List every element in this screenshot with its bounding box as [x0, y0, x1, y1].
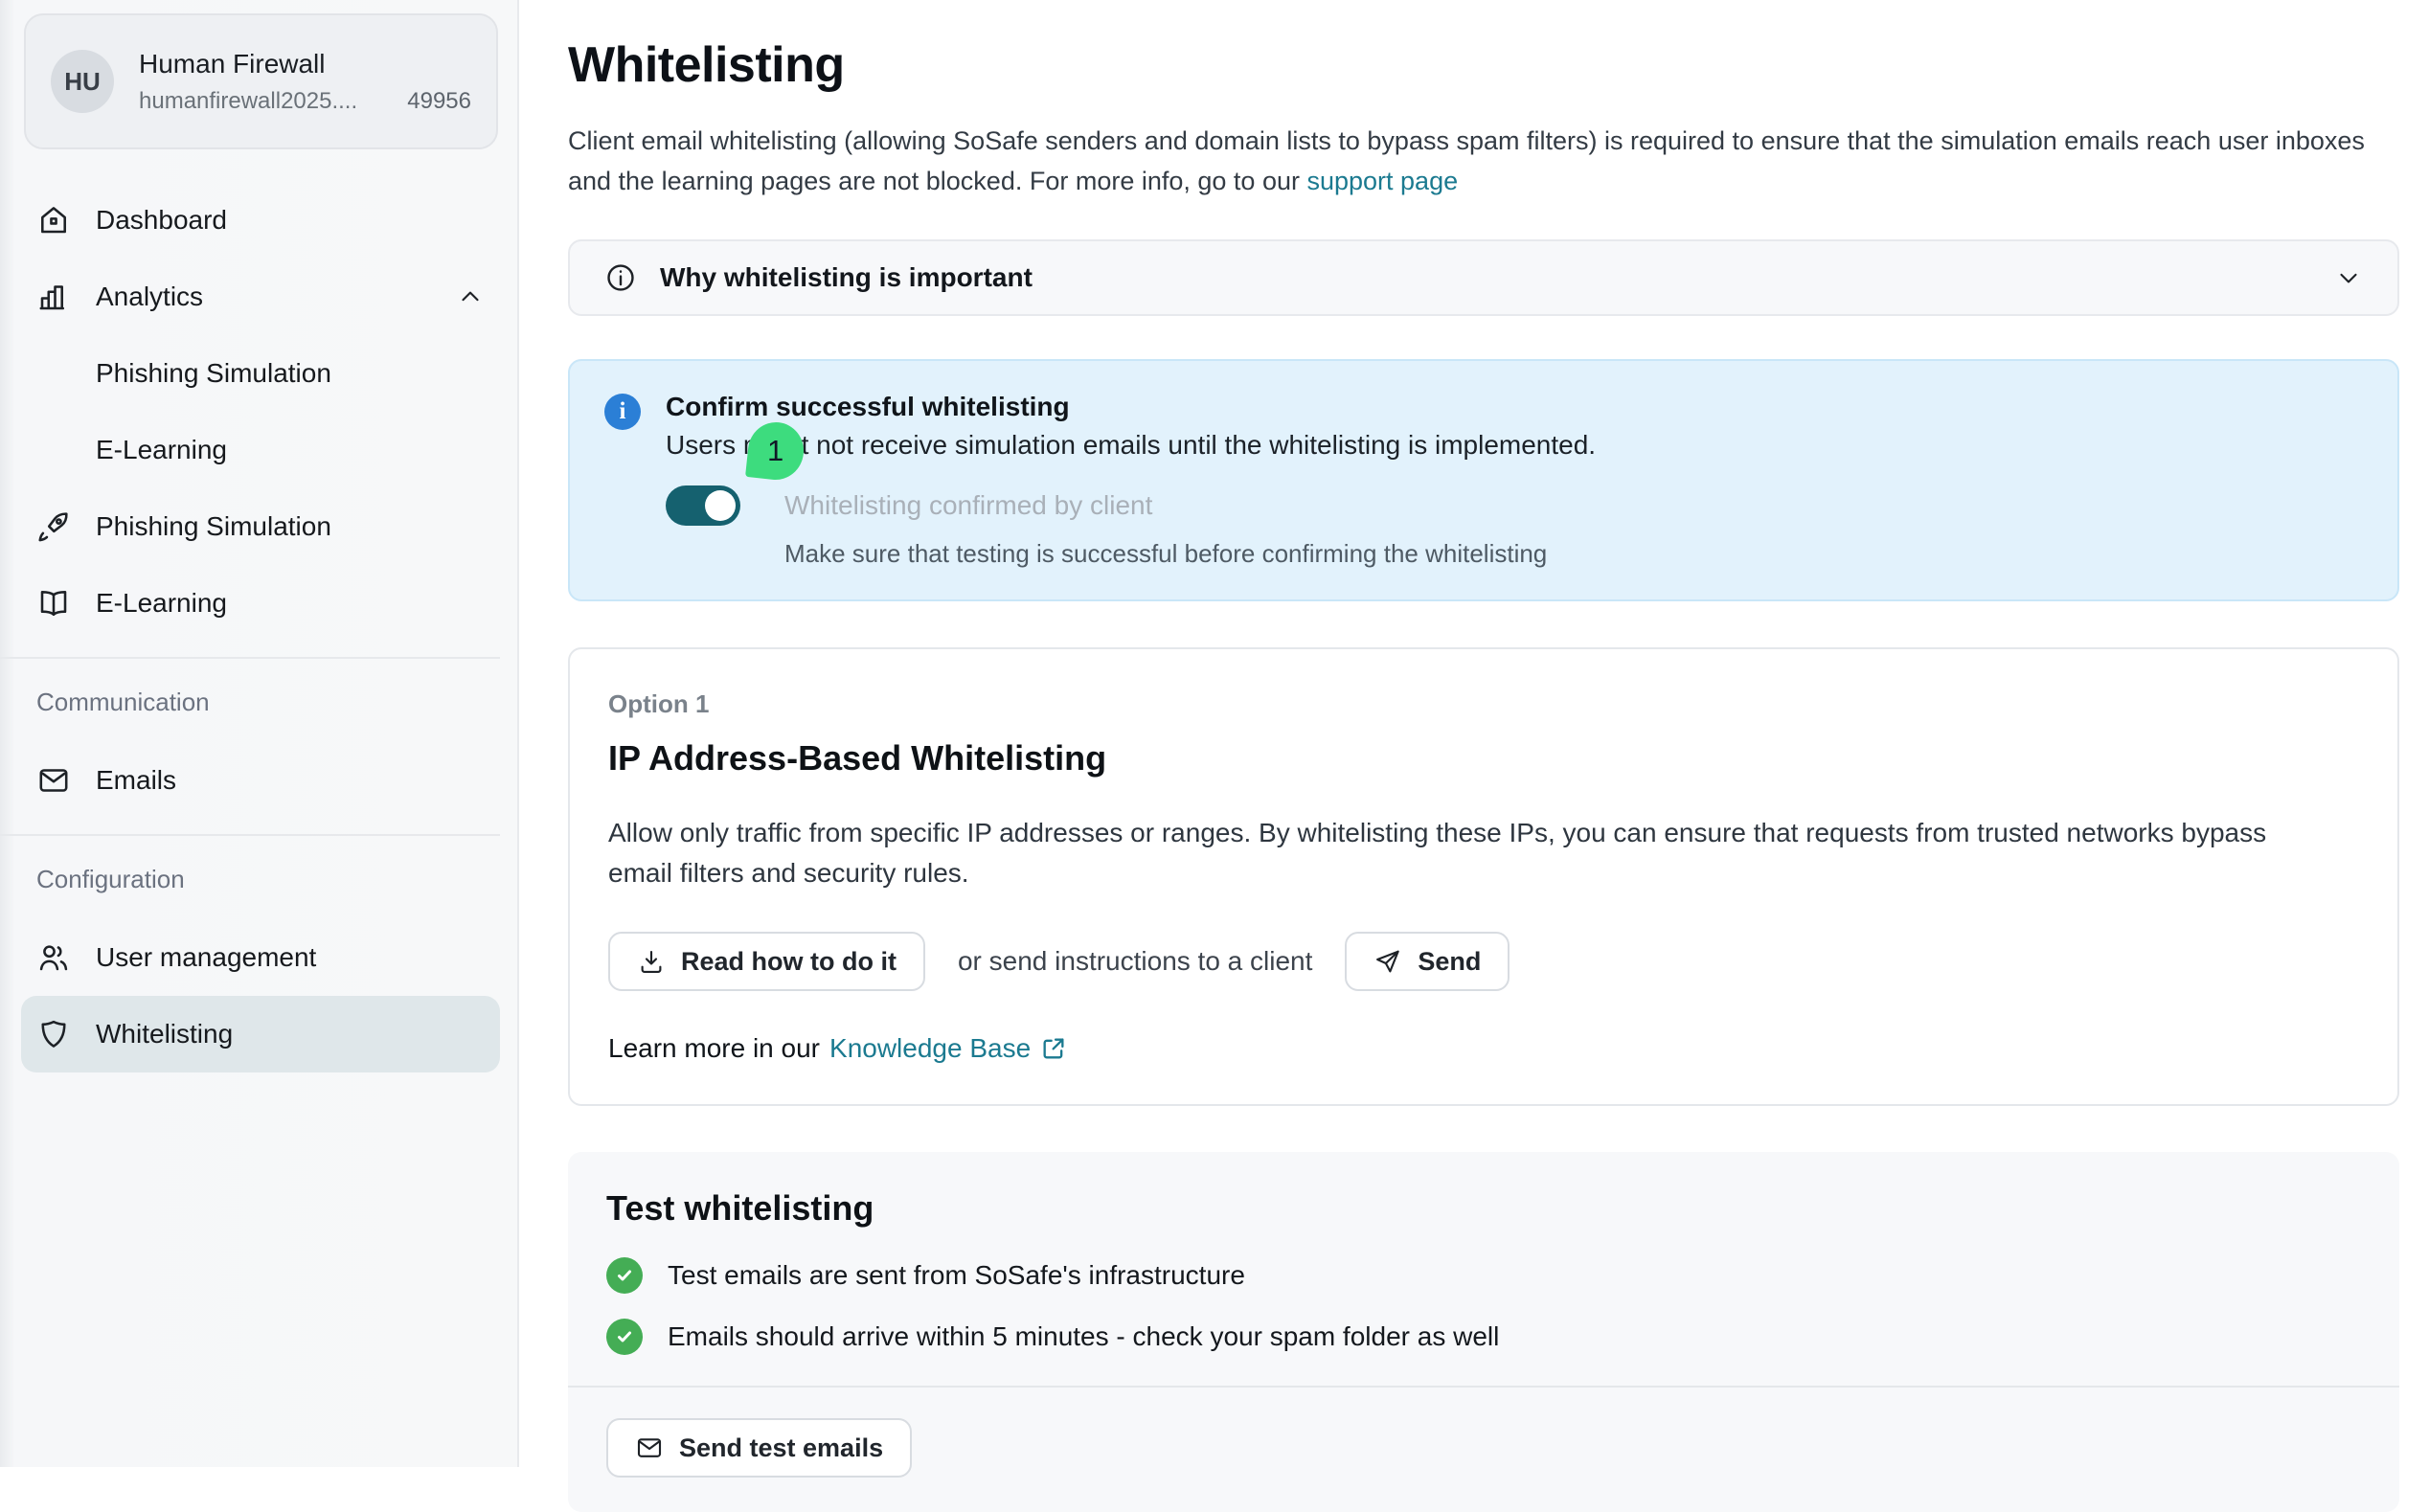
sidebar-item-dashboard[interactable]: Dashboard: [0, 182, 500, 259]
sidebar-section-configuration: Configuration: [0, 851, 500, 919]
account-org-id: 49956: [407, 88, 471, 115]
bar-chart-icon: [36, 280, 71, 314]
account-switcher[interactable]: HU Human Firewall humanfirewall2025.... …: [24, 13, 498, 149]
page-intro: Client email whitelisting (allowing SoSa…: [568, 121, 2399, 201]
external-link-icon: [1040, 1035, 1067, 1062]
sidebar-item-whitelisting[interactable]: Whitelisting: [21, 996, 500, 1072]
page-title: Whitelisting: [568, 36, 2399, 94]
knowledge-base-link[interactable]: Knowledge Base: [829, 1033, 1031, 1064]
rocket-icon: [36, 509, 71, 544]
or-send-instructions-text: or send instructions to a client: [958, 946, 1312, 977]
test-check-text: Test emails are sent from SoSafe's infra…: [668, 1260, 1245, 1291]
toggle-knob: [705, 490, 736, 521]
info-filled-icon: i: [604, 394, 641, 430]
sidebar-nav: Dashboard Analytics Phishing Simulation …: [0, 182, 517, 1072]
sidebar-item-label: E-Learning: [96, 435, 227, 465]
intro-text: Client email whitelisting (allowing SoSa…: [568, 126, 2365, 195]
option1-actions: Read how to do it or send instructions t…: [608, 932, 2359, 991]
option1-kicker: Option 1: [608, 689, 2359, 719]
test-card-divider: [568, 1386, 2399, 1388]
sidebar-item-phishing-simulation[interactable]: Phishing Simulation: [0, 488, 500, 565]
check-circle-icon: [606, 1257, 643, 1294]
sidebar-item-analytics-phishing-simulation[interactable]: Phishing Simulation: [0, 335, 500, 412]
chevron-down-icon: [2334, 263, 2363, 292]
toggle-label: Whitelisting confirmed by client: [784, 490, 1152, 521]
learn-more-prefix: Learn more in our: [608, 1033, 820, 1064]
book-icon: [36, 586, 71, 621]
option1-body: Allow only traffic from specific IP addr…: [608, 813, 2332, 893]
banner-content: Confirm successful whitelisting Users mi…: [666, 392, 1596, 569]
learn-more-line: Learn more in our Knowledge Base: [608, 1033, 2359, 1064]
sidebar-item-label: Dashboard: [96, 205, 227, 236]
toggle-helper-text: Make sure that testing is successful bef…: [784, 539, 1596, 569]
toggle-row: 1 Whitelisting confirmed by client: [666, 485, 1596, 526]
shield-icon: [36, 1017, 71, 1051]
sidebar-item-label: Analytics: [96, 282, 431, 312]
accordion-title: Why whitelisting is important: [660, 262, 1033, 293]
banner-body: Users might not receive simulation email…: [666, 430, 1596, 461]
option1-title: IP Address-Based Whitelisting: [608, 738, 2359, 779]
test-check-item: Test emails are sent from SoSafe's infra…: [606, 1257, 2361, 1294]
sidebar-item-analytics-elearning[interactable]: E-Learning: [0, 412, 500, 488]
sidebar-item-label: User management: [96, 942, 316, 973]
confirm-whitelisting-banner: i Confirm successful whitelisting Users …: [568, 359, 2399, 601]
whitelisting-confirmed-toggle[interactable]: [666, 485, 740, 526]
test-check-item: Emails should arrive within 5 minutes - …: [606, 1319, 2361, 1355]
sidebar-item-label: Emails: [96, 765, 176, 796]
read-button-label: Read how to do it: [681, 947, 897, 977]
tour-step-number: 1: [767, 434, 783, 468]
read-how-to-do-it-button[interactable]: Read how to do it: [608, 932, 925, 991]
sidebar: HU Human Firewall humanfirewall2025.... …: [0, 0, 519, 1467]
account-info: Human Firewall humanfirewall2025.... 499…: [139, 49, 471, 115]
send-test-emails-button[interactable]: Send test emails: [606, 1418, 912, 1478]
mail-icon: [36, 763, 71, 798]
main-content: Whitelisting Client email whitelisting (…: [519, 0, 2429, 1467]
support-page-link[interactable]: support page: [1306, 167, 1458, 195]
tour-step-badge: 1: [745, 419, 806, 483]
sidebar-item-label: Whitelisting: [96, 1019, 233, 1049]
mail-icon: [635, 1433, 664, 1462]
send-button-label: Send: [1418, 947, 1481, 977]
sidebar-item-emails[interactable]: Emails: [0, 742, 500, 819]
sidebar-item-label: Phishing Simulation: [96, 358, 331, 389]
users-icon: [36, 940, 71, 975]
account-org: humanfirewall2025....: [139, 88, 357, 115]
send-icon: [1373, 947, 1402, 976]
send-test-emails-label: Send test emails: [679, 1433, 883, 1463]
check-circle-icon: [606, 1319, 643, 1355]
app-window: HU Human Firewall humanfirewall2025.... …: [0, 0, 2429, 1467]
why-whitelisting-accordion[interactable]: Why whitelisting is important: [568, 239, 2399, 316]
sidebar-item-label: E-Learning: [96, 588, 227, 619]
sidebar-item-analytics[interactable]: Analytics: [0, 259, 500, 335]
sidebar-divider: [0, 657, 500, 659]
banner-title: Confirm successful whitelisting: [666, 392, 1596, 422]
send-button[interactable]: Send: [1345, 932, 1510, 991]
chevron-up-icon: [456, 282, 485, 311]
sidebar-item-user-management[interactable]: User management: [0, 919, 500, 996]
test-title: Test whitelisting: [606, 1188, 2361, 1229]
option1-card: Option 1 IP Address-Based Whitelisting A…: [568, 647, 2399, 1106]
test-whitelisting-card: Test whitelisting Test emails are sent f…: [568, 1152, 2399, 1512]
home-icon: [36, 203, 71, 237]
sidebar-divider: [0, 834, 500, 836]
sidebar-item-label: Phishing Simulation: [96, 511, 331, 542]
sidebar-item-elearning[interactable]: E-Learning: [0, 565, 500, 642]
avatar: HU: [51, 50, 114, 113]
account-name: Human Firewall: [139, 49, 471, 79]
sidebar-section-communication: Communication: [0, 674, 500, 742]
test-check-text: Emails should arrive within 5 minutes - …: [668, 1321, 1499, 1352]
info-icon: [604, 261, 637, 294]
download-icon: [637, 947, 666, 976]
